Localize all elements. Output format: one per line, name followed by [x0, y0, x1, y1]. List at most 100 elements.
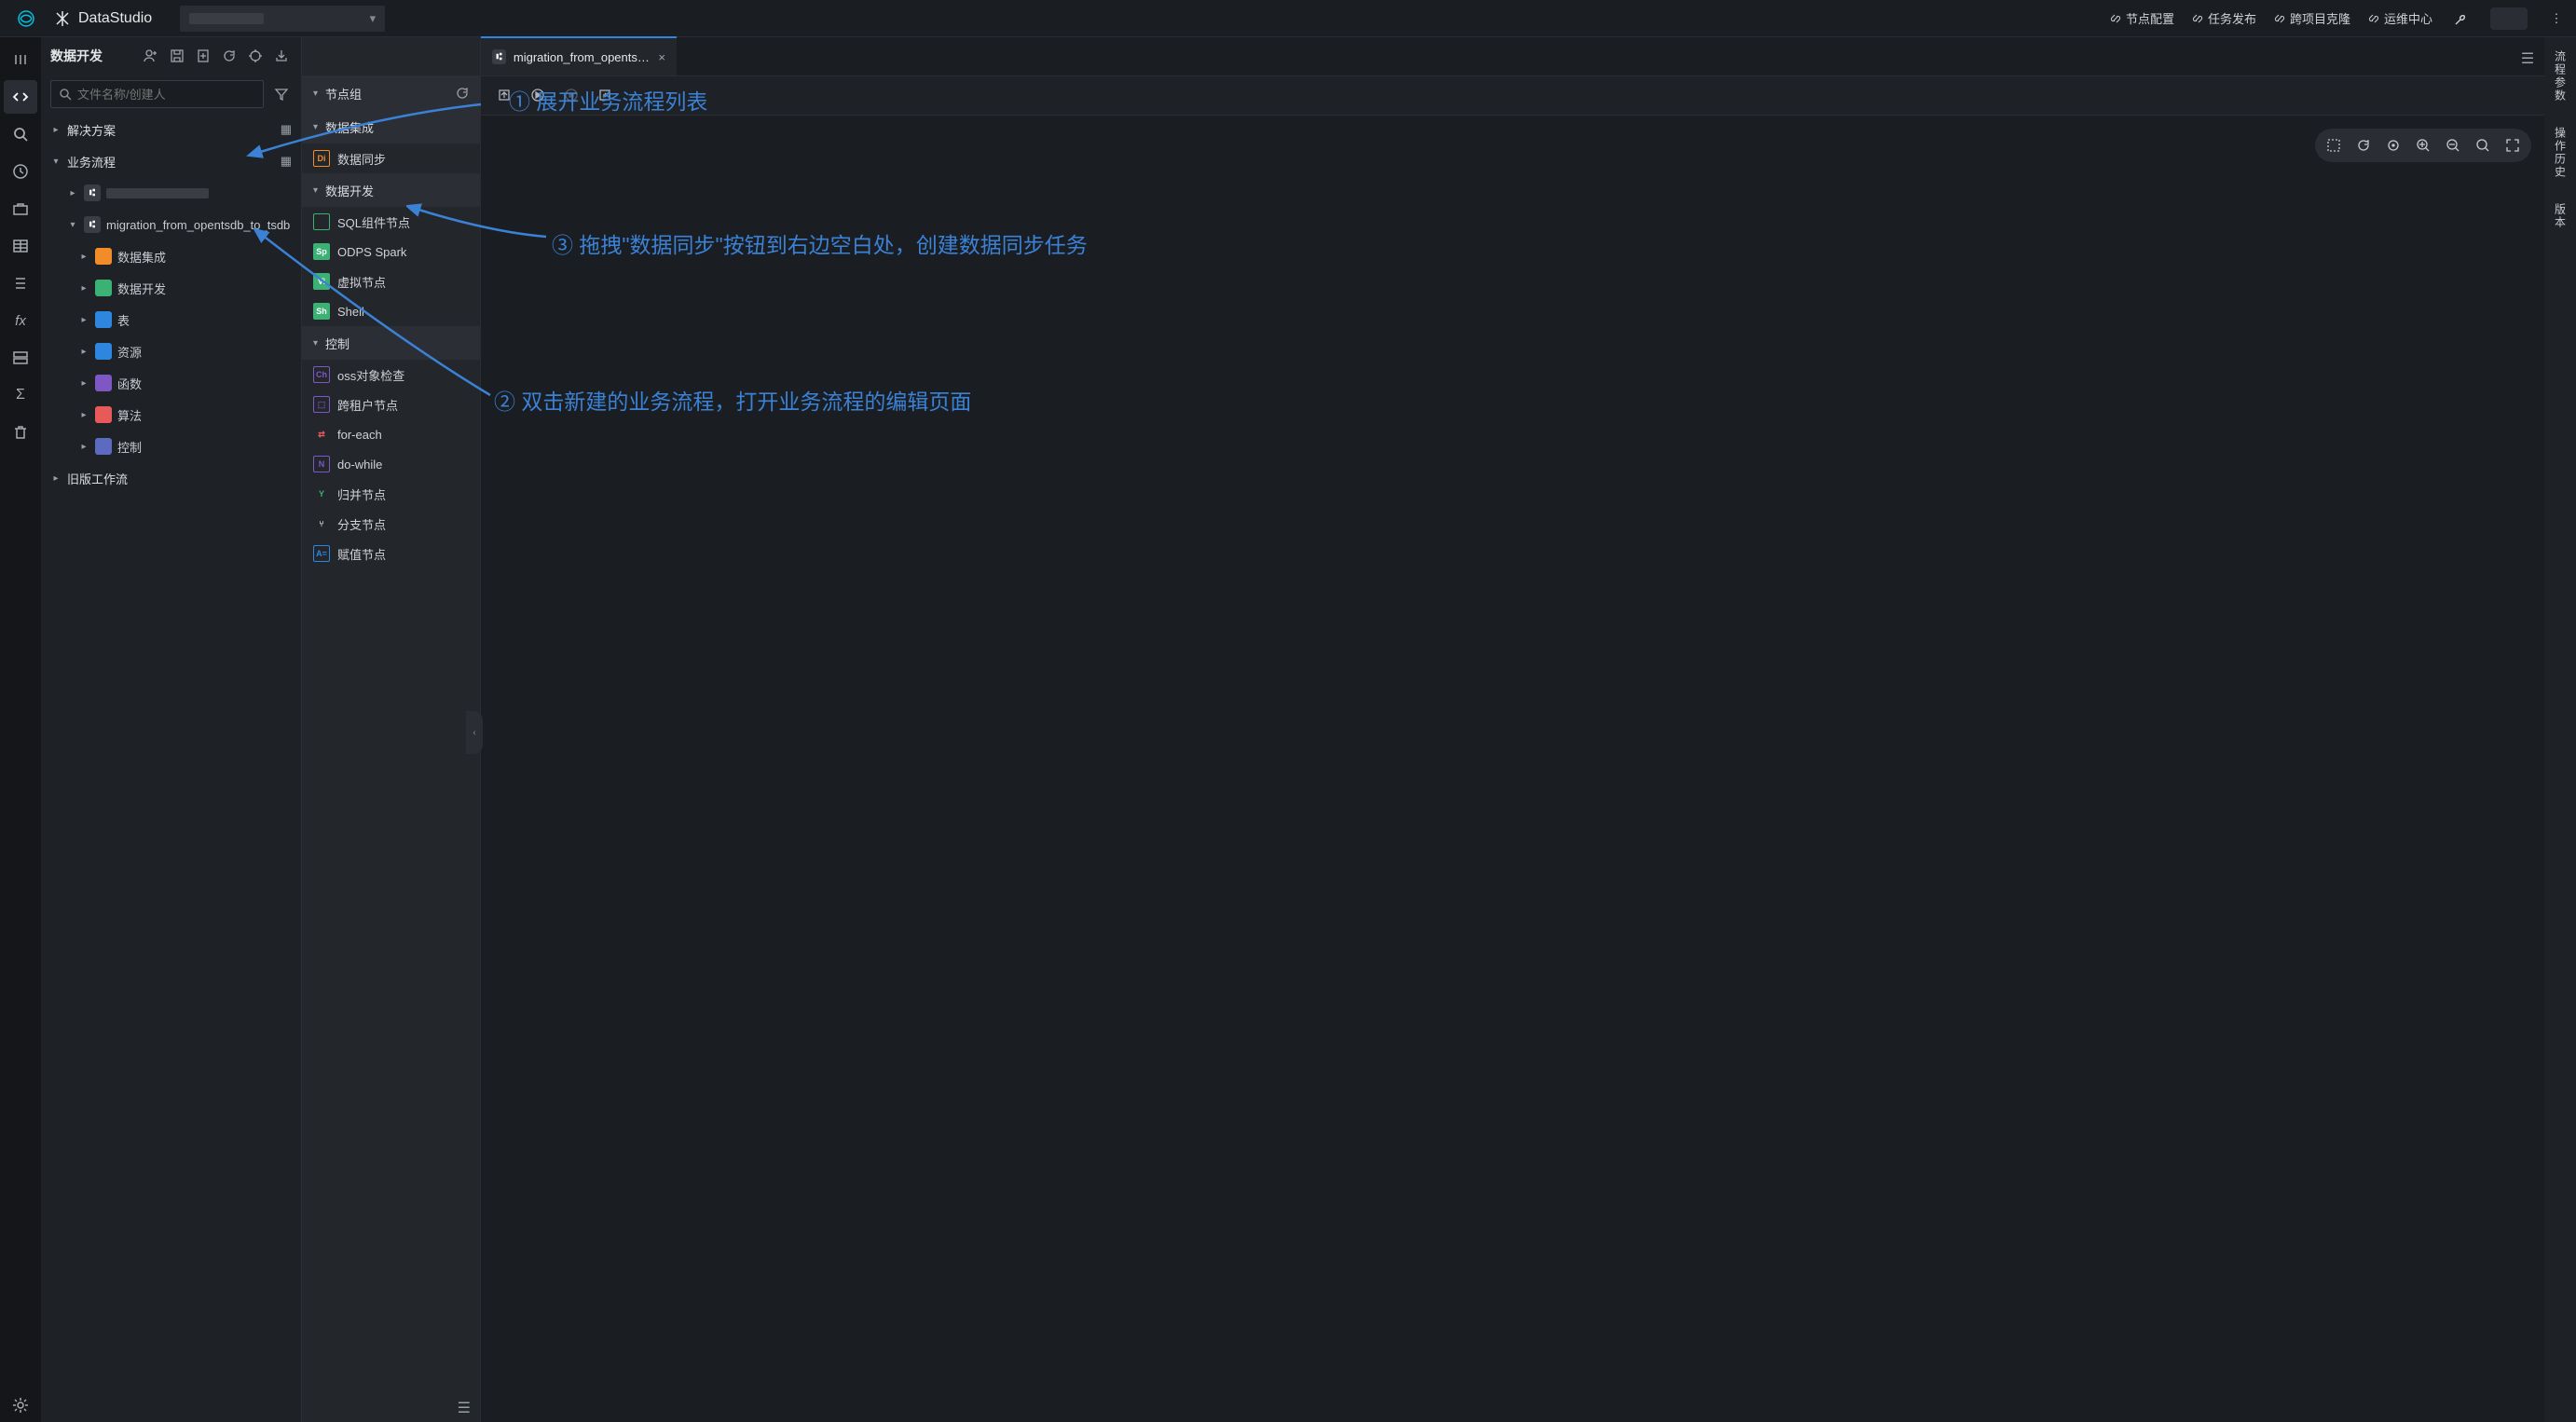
search-box[interactable]: [50, 80, 264, 108]
rail-list-icon[interactable]: [4, 267, 37, 300]
item-label: 赋值节点: [337, 545, 386, 563]
search-canvas-icon[interactable]: [2470, 132, 2496, 158]
project-name-redacted: [189, 13, 264, 24]
palette-group-di[interactable]: ▾ 数据集成: [302, 110, 480, 144]
palette-item[interactable]: SQL组件节点: [302, 207, 480, 237]
workflow-item-redacted[interactable]: ▸ ⑆: [41, 177, 301, 209]
zoom-out-icon[interactable]: [2440, 132, 2466, 158]
hamburger-icon[interactable]: ☰: [2511, 42, 2544, 75]
tree-child[interactable]: ▸ 函数: [41, 367, 301, 399]
rail-trash-icon[interactable]: [4, 416, 37, 449]
right-rail-version[interactable]: 版本: [2553, 203, 2569, 229]
user-add-icon[interactable]: [141, 46, 161, 66]
grid-icon[interactable]: ▦: [281, 122, 292, 137]
palette-item[interactable]: N do-while: [302, 449, 480, 479]
rail-table-icon[interactable]: [4, 229, 37, 263]
new-file-icon[interactable]: [193, 46, 213, 66]
zoom-fit-icon[interactable]: [2380, 132, 2406, 158]
section-label: 解决方案: [67, 121, 116, 139]
close-icon[interactable]: ×: [658, 50, 665, 64]
tree-child[interactable]: ▸ 资源: [41, 335, 301, 367]
search-input[interactable]: [77, 88, 255, 102]
project-dropdown[interactable]: ▾: [180, 6, 385, 32]
workflow-item-open[interactable]: ▾ ⑆ migration_from_opentsdb_to_tsdb: [41, 209, 301, 240]
section-workflows[interactable]: ▾ 业务流程 ▦: [41, 145, 301, 177]
rail-code-icon[interactable]: [4, 80, 37, 114]
panel-collapse-handle[interactable]: ‹: [466, 711, 483, 754]
editor-tab-active[interactable]: ⑆ migration_from_opentsdb... ×: [481, 36, 677, 75]
node-type-icon: ⇄: [313, 426, 330, 443]
flow-icon: ⑆: [84, 185, 101, 201]
section-solutions[interactable]: ▸ 解决方案 ▦: [41, 114, 301, 145]
top-link-ops-center[interactable]: 运维中心: [2367, 9, 2432, 27]
folder-icon: [95, 375, 112, 391]
import-icon[interactable]: [271, 46, 292, 66]
search-icon: [59, 88, 72, 101]
palette-item[interactable]: Vi 虚拟节点: [302, 267, 480, 296]
group-label: 节点组: [325, 85, 362, 103]
tree-child-label: 函数: [117, 375, 142, 392]
rail-search-icon[interactable]: [4, 117, 37, 151]
palette-item[interactable]: ⬚ 跨租户节点: [302, 390, 480, 419]
palette-item[interactable]: Sp ODPS Spark: [302, 237, 480, 267]
right-rail-params[interactable]: 流程参数: [2553, 50, 2569, 103]
palette-item[interactable]: ⑂ 分支节点: [302, 509, 480, 539]
top-link-cross-clone[interactable]: 跨项目克隆: [2273, 9, 2350, 27]
brand-icon: [54, 10, 71, 27]
rail-clock-icon[interactable]: [4, 155, 37, 188]
save-icon[interactable]: [167, 46, 187, 66]
select-icon[interactable]: [2321, 132, 2347, 158]
grid-icon[interactable]: ▦: [281, 154, 292, 169]
right-rail: 流程参数 操作历史 版本: [2544, 37, 2576, 1422]
di-icon: Di: [313, 150, 330, 167]
more-icon[interactable]: ⋮: [2544, 7, 2569, 31]
rail-settings-icon[interactable]: [4, 1388, 37, 1422]
palette-footer-icon[interactable]: ☰: [302, 1394, 480, 1422]
canvas-toolbar: [2315, 129, 2531, 162]
wrench-icon[interactable]: [2449, 7, 2473, 31]
palette-group-ctrl[interactable]: ▾ 控制: [302, 326, 480, 360]
workflow-canvas[interactable]: ① 展开业务流程列表 ③ 拖拽"数据同步"按钮到右边空白处，创建数据同步任务 ②…: [481, 116, 2544, 1422]
tree-child[interactable]: ▸ 数据开发: [41, 272, 301, 304]
palette-item[interactable]: Sh Shell: [302, 296, 480, 326]
rail-server-icon[interactable]: [4, 341, 37, 375]
locate-icon[interactable]: [245, 46, 266, 66]
item-label: SQL组件节点: [337, 213, 410, 231]
tree-child[interactable]: ▸ 控制: [41, 431, 301, 462]
palette-group-dev[interactable]: ▾ 数据开发: [302, 173, 480, 207]
link-icon: [2367, 12, 2380, 25]
rail-fx-icon[interactable]: fx: [4, 304, 37, 337]
tree-child[interactable]: ▸ 算法: [41, 399, 301, 431]
filter-icon[interactable]: [271, 84, 292, 104]
rail-menu-icon[interactable]: [4, 43, 37, 76]
refresh-icon[interactable]: [2350, 132, 2377, 158]
palette-item[interactable]: Ch oss对象检查: [302, 360, 480, 390]
group-label: 控制: [325, 335, 349, 352]
tree-child[interactable]: ▸ 数据集成: [41, 240, 301, 272]
refresh-icon[interactable]: [456, 87, 469, 100]
tree-child-label: 算法: [117, 406, 142, 424]
refresh-icon[interactable]: [219, 46, 240, 66]
caret-right-icon: ▸: [78, 347, 89, 357]
palette-item[interactable]: ⇄ for-each: [302, 419, 480, 449]
section-legacy[interactable]: ▸ 旧版工作流: [41, 462, 301, 494]
zoom-in-icon[interactable]: [2410, 132, 2436, 158]
top-link-node-config[interactable]: 节点配置: [2109, 9, 2174, 27]
palette-item[interactable]: A= 赋值节点: [302, 539, 480, 568]
caret-right-icon: ▸: [78, 378, 89, 389]
right-rail-history[interactable]: 操作历史: [2553, 127, 2569, 179]
palette-group-nodegroup[interactable]: ▾ 节点组: [302, 76, 480, 110]
workflow-name: migration_from_opentsdb_to_tsdb: [106, 218, 290, 232]
item-label: 跨租户节点: [337, 396, 398, 414]
user-avatar[interactable]: [2490, 7, 2528, 30]
rail-briefcase-icon[interactable]: [4, 192, 37, 226]
item-label: 数据同步: [337, 150, 386, 168]
item-label: do-while: [337, 458, 382, 472]
palette-item-data-sync[interactable]: Di 数据同步: [302, 144, 480, 173]
top-link-task-publish[interactable]: 任务发布: [2191, 9, 2256, 27]
tree-child[interactable]: ▸ 表: [41, 304, 301, 335]
caret-right-icon: ▸: [78, 410, 89, 420]
palette-item[interactable]: Y 归并节点: [302, 479, 480, 509]
rail-sigma-icon[interactable]: Σ: [4, 378, 37, 412]
fullscreen-icon[interactable]: [2500, 132, 2526, 158]
